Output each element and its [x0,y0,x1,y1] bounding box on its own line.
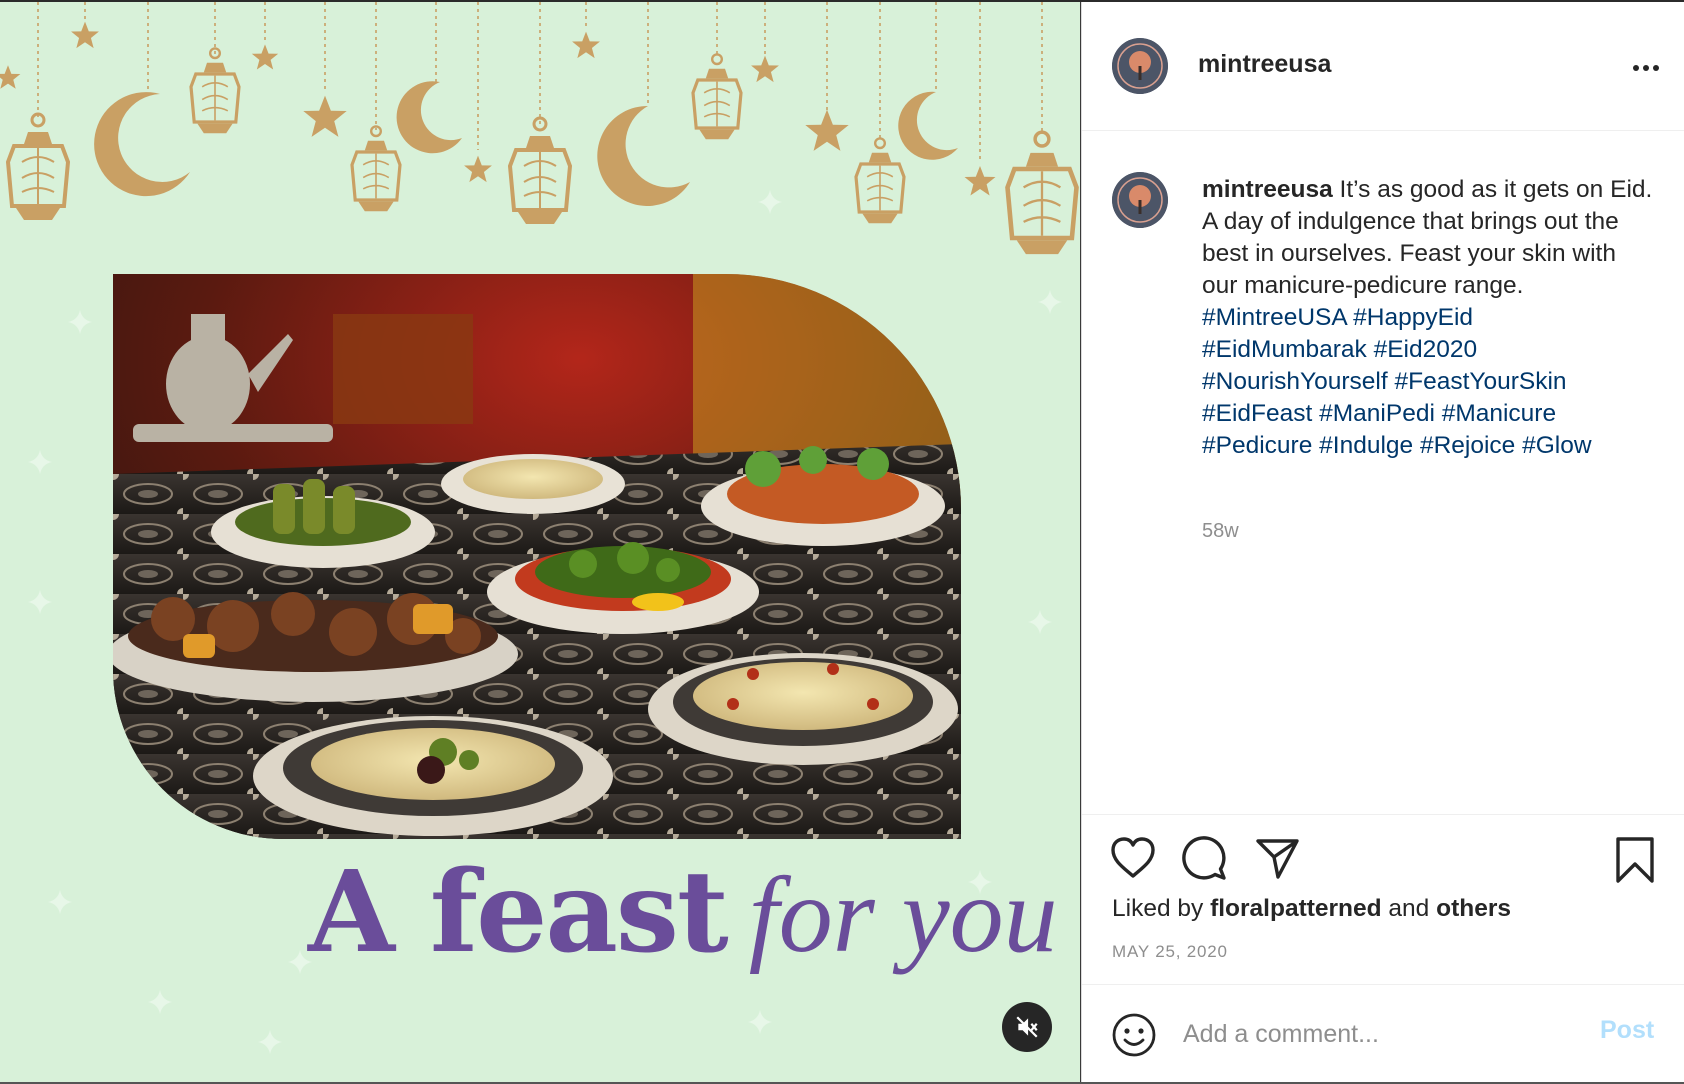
more-options-button[interactable] [1626,54,1666,82]
hashtag-link[interactable]: #FeastYourSkin [1395,368,1567,395]
likes-others-link[interactable]: others [1436,895,1511,922]
post-date[interactable]: MAY 25, 2020 [1112,942,1228,962]
bookmark-icon [1616,837,1654,883]
liked-by-user-link[interactable]: floralpatterned [1210,895,1382,922]
divider [1082,984,1684,985]
like-button[interactable] [1110,836,1156,885]
emoji-icon [1112,1013,1156,1057]
caption-timestamp[interactable]: 58w [1202,520,1239,543]
caption-username[interactable]: mintreeusa [1202,176,1333,203]
divider [1082,814,1684,815]
post-details-panel: mintreeusa mintreeusa It’s as good as it… [1081,2,1684,1082]
hashtag-link[interactable]: #Eid2020 [1374,336,1478,363]
caption-avatar[interactable] [1112,172,1168,228]
hashtag-link[interactable]: #Rejoice [1420,432,1515,459]
hashtag-list: #MintreeUSA #HappyEid #EidMumbarak #Eid2… [1202,304,1592,459]
avatar[interactable] [1112,38,1168,94]
crescent-moons [94,81,958,206]
likes-joiner: and [1388,895,1430,922]
hashtag-link[interactable]: #MintreeUSA [1202,304,1346,331]
headline-part1: A feast [308,847,729,978]
hashtag-link[interactable]: #HappyEid [1353,304,1473,331]
comment-button[interactable] [1182,836,1228,887]
comment-input[interactable] [1183,1014,1563,1054]
save-button[interactable] [1614,836,1656,889]
hashtag-link[interactable]: #ManiPedi [1319,400,1435,427]
likes-summary: Liked by floralpatterned and others [1112,895,1511,923]
share-button[interactable] [1254,836,1300,887]
headline-part2: for you [748,856,1058,975]
post-media[interactable]: A feast for you [0,2,1080,1082]
heart-icon [1111,837,1155,878]
more-options-icon [1633,65,1659,71]
header-username[interactable]: mintreeusa [1198,50,1331,79]
likes-prefix: Liked by [1112,895,1204,922]
feast-headline: A feast for you [308,847,1058,978]
post-caption: mintreeusa It’s as good as it gets on Ei… [1202,174,1654,462]
hashtag-link[interactable]: #Glow [1522,432,1591,459]
emoji-button[interactable] [1111,1012,1157,1063]
hashtag-link[interactable]: #Pedicure [1202,432,1312,459]
lantern-ornament [6,112,70,222]
comment-icon [1182,836,1226,880]
post-header: mintreeusa [1082,2,1684,131]
hashtag-link[interactable]: #NourishYourself [1202,368,1388,395]
mute-icon [1016,1016,1038,1038]
food-photo [113,274,961,839]
hashtag-link[interactable]: #EidMumbarak [1202,336,1367,363]
stars [0,21,996,196]
hashtag-link[interactable]: #EidFeast [1202,400,1312,427]
share-icon [1256,839,1299,879]
mute-button[interactable] [1002,1002,1052,1052]
hashtag-link[interactable]: #Manicure [1442,400,1556,427]
post-comment-button[interactable]: Post [1600,1016,1654,1045]
hashtag-link[interactable]: #Indulge [1319,432,1413,459]
